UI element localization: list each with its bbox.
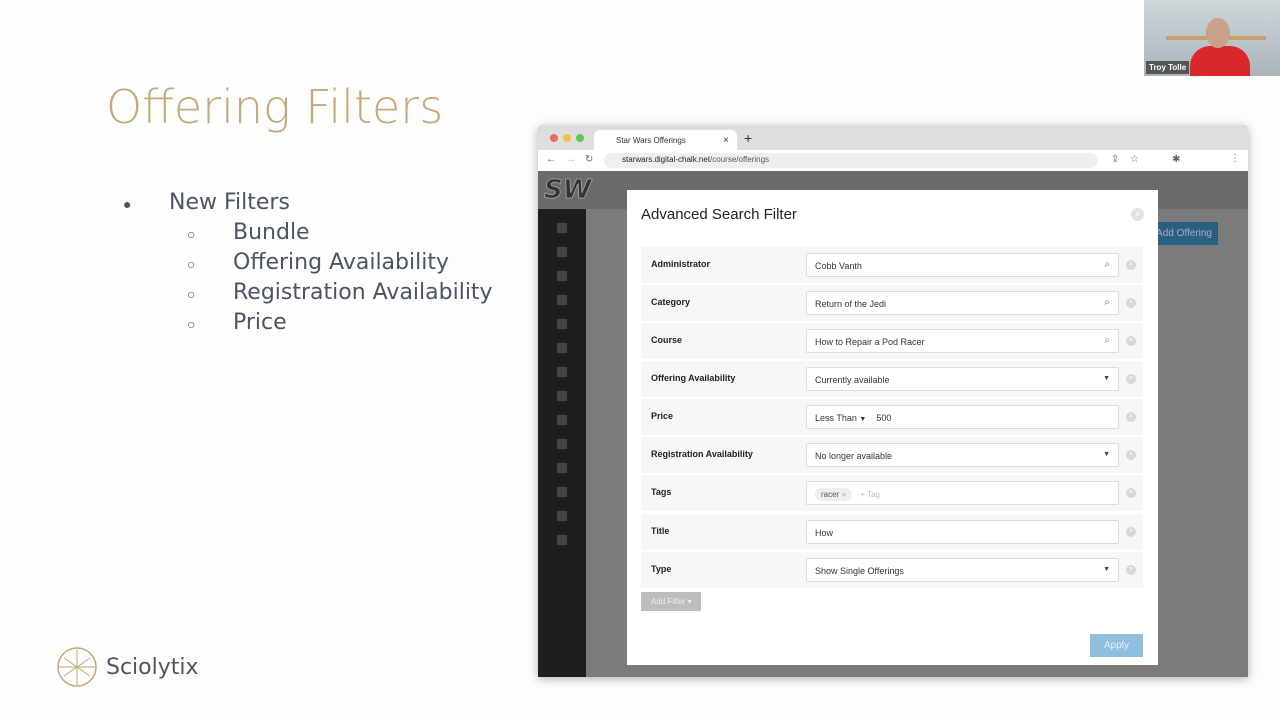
- filter-row-registration-availability: Registration Availability No longer avail…: [641, 437, 1143, 473]
- brand-logo: Sciolytix: [56, 646, 199, 688]
- sub-bullet: Registration Availability: [233, 280, 493, 305]
- tags-input[interactable]: racer ● + Tag: [806, 481, 1119, 505]
- price-operator-dropdown[interactable]: Less Than: [815, 413, 857, 423]
- offering-availability-select[interactable]: Currently available ▼: [806, 367, 1119, 391]
- category-input[interactable]: Return of the Jedi ⌕: [806, 291, 1119, 315]
- remove-filter-icon[interactable]: ×: [1126, 412, 1136, 422]
- filter-row-offering-availability: Offering Availability Currently available…: [641, 361, 1143, 397]
- remove-filter-icon[interactable]: ×: [1126, 527, 1136, 537]
- input-value: How to Repair a Pod Racer: [815, 337, 925, 347]
- input-value: No longer available: [815, 451, 893, 461]
- input-value: Return of the Jedi: [815, 299, 887, 309]
- filter-row-tags: Tags racer ● + Tag ×: [641, 475, 1143, 511]
- menu-icon[interactable]: ⋮: [1230, 153, 1240, 164]
- sub-bullet: Offering Availability: [233, 250, 449, 275]
- price-value[interactable]: 500: [876, 413, 891, 423]
- app-logo: SW: [543, 175, 592, 206]
- type-select[interactable]: Show Single Offerings ▼: [806, 558, 1119, 582]
- slide-title: Offering Filters: [106, 80, 444, 134]
- filter-row-title: Title How ×: [641, 514, 1143, 550]
- sub-bullet-icon: ○: [187, 316, 196, 332]
- url-path: /course/offerings: [710, 155, 770, 164]
- registration-availability-select[interactable]: No longer available ▼: [806, 443, 1119, 467]
- bullet-icon: ●: [123, 196, 132, 212]
- sub-bullet: Price: [233, 310, 287, 335]
- tab-title: Star Wars Offerings: [616, 136, 686, 145]
- sub-bullet-icon: ○: [187, 256, 196, 272]
- filter-row-category: Category Return of the Jedi ⌕ ×: [641, 285, 1143, 321]
- remove-filter-icon[interactable]: ×: [1126, 298, 1136, 308]
- search-icon[interactable]: ⌕: [1104, 259, 1110, 270]
- star-icon[interactable]: ☆: [1130, 154, 1139, 165]
- remove-filter-icon[interactable]: ×: [1126, 336, 1136, 346]
- tag-chip[interactable]: racer ●: [815, 488, 853, 501]
- input-value: Currently available: [815, 375, 890, 385]
- chevron-down-icon: ▼: [1103, 375, 1110, 382]
- brand-name: Sciolytix: [106, 654, 199, 680]
- browser-tab[interactable]: Star Wars Offerings ×: [594, 130, 737, 150]
- chevron-down-icon: ▼: [1103, 566, 1110, 573]
- filter-label: Registration Availability: [651, 449, 753, 459]
- remove-filter-icon[interactable]: ×: [1126, 260, 1136, 270]
- input-value: Show Single Offerings: [815, 566, 904, 576]
- course-input[interactable]: How to Repair a Pod Racer ⌕: [806, 329, 1119, 353]
- chevron-down-icon: ▼: [859, 416, 867, 423]
- remove-filter-icon[interactable]: ×: [1126, 374, 1136, 384]
- participant-name: Troy Tolle: [1146, 61, 1190, 74]
- brain-icon: [57, 647, 97, 687]
- search-icon[interactable]: ⌕: [1104, 297, 1110, 308]
- filter-row-course: Course How to Repair a Pod Racer ⌕ ×: [641, 323, 1143, 359]
- forward-icon[interactable]: →: [566, 154, 576, 165]
- url-host: starwars.digital-chalk.net: [622, 155, 711, 164]
- sidebar: [538, 209, 586, 677]
- filter-label: Type: [651, 564, 672, 574]
- filter-label: Course: [651, 335, 683, 345]
- filter-row-type: Type Show Single Offerings ▼ ×: [641, 552, 1143, 588]
- address-bar[interactable]: starwars.digital-chalk.net/course/offeri…: [604, 153, 1098, 168]
- sub-bullet-icon: ○: [187, 226, 196, 242]
- chevron-down-icon: ▼: [1103, 451, 1110, 458]
- price-input[interactable]: Less Than ▼ 500: [806, 405, 1119, 429]
- new-tab-icon[interactable]: +: [744, 130, 752, 146]
- filter-row-price: Price Less Than ▼ 500 ×: [641, 399, 1143, 435]
- input-value: Cobb Vanth: [815, 261, 862, 271]
- filter-label: Tags: [651, 487, 672, 497]
- apply-button[interactable]: Apply: [1089, 634, 1143, 657]
- share-icon[interactable]: ⇪: [1111, 154, 1119, 165]
- close-tab-icon[interactable]: ×: [723, 135, 729, 146]
- back-icon[interactable]: ←: [546, 154, 556, 165]
- title-input[interactable]: How: [806, 520, 1119, 544]
- remove-tag-icon[interactable]: ●: [841, 490, 846, 499]
- filter-label: Title: [651, 526, 670, 536]
- filter-label: Price: [651, 411, 674, 421]
- input-value: How: [815, 528, 834, 538]
- remove-filter-icon[interactable]: ×: [1126, 450, 1136, 460]
- close-icon[interactable]: ×: [1131, 208, 1144, 221]
- remove-filter-icon[interactable]: ×: [1126, 565, 1136, 575]
- bullet: New Filters: [169, 190, 290, 215]
- filter-label: Administrator: [651, 259, 711, 269]
- filter-label: Offering Availability: [651, 373, 736, 383]
- tag-text: racer: [821, 490, 840, 499]
- webcam-video: Troy Tolle: [1144, 0, 1280, 76]
- modal-title: Advanced Search Filter: [641, 206, 797, 223]
- reload-icon[interactable]: ↻: [585, 154, 593, 165]
- tag-placeholder[interactable]: + Tag: [860, 490, 880, 499]
- filter-row-administrator: Administrator Cobb Vanth ⌕ ×: [641, 247, 1143, 283]
- sub-bullet-icon: ○: [187, 286, 196, 302]
- extensions-icon[interactable]: ✱: [1172, 154, 1180, 165]
- add-offering-button[interactable]: Add Offering: [1150, 222, 1218, 245]
- add-filter-button[interactable]: Add Filter ▾: [641, 592, 702, 611]
- remove-filter-icon[interactable]: ×: [1126, 488, 1136, 498]
- advanced-search-modal: Advanced Search Filter × Administrator Co…: [627, 190, 1158, 665]
- administrator-input[interactable]: Cobb Vanth ⌕: [806, 253, 1119, 277]
- filter-label: Category: [651, 297, 691, 307]
- sub-bullet: Bundle: [233, 220, 310, 245]
- search-icon[interactable]: ⌕: [1104, 335, 1110, 346]
